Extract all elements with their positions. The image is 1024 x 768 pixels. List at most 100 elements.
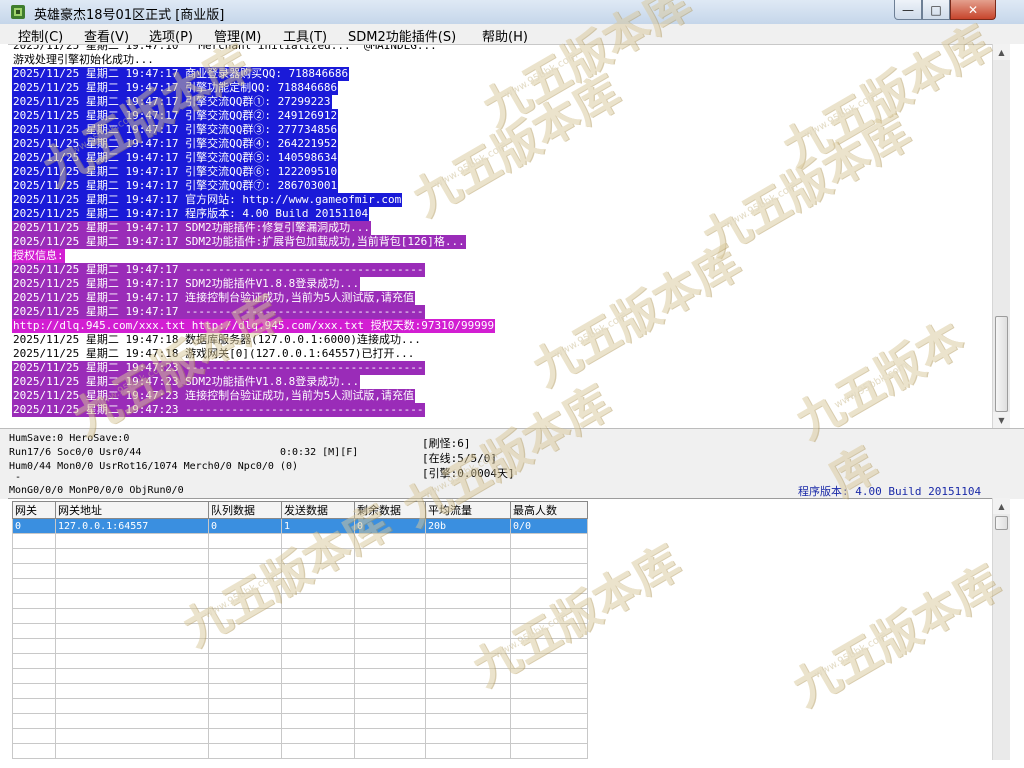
menu-help[interactable]: 帮助(H): [482, 26, 528, 45]
table-row[interactable]: [12, 608, 588, 624]
table-row[interactable]: [12, 698, 588, 714]
scroll-thumb[interactable]: [995, 316, 1008, 412]
menu-view[interactable]: 查看(V): [84, 26, 129, 45]
table-cell: [354, 533, 426, 549]
column-header[interactable]: 发送数据: [281, 501, 355, 519]
column-header[interactable]: 平均流量: [425, 501, 511, 519]
log-panel[interactable]: 2025/11/25 星期二 19:47:10 Merchant initial…: [8, 44, 992, 429]
menu-manage[interactable]: 管理(M): [214, 26, 261, 45]
table-cell: [510, 728, 588, 744]
table-cell: [281, 728, 355, 744]
table-cell: [12, 578, 56, 594]
table-cell: [12, 713, 56, 729]
table-cell: 0: [354, 518, 426, 534]
table-cell: [55, 623, 209, 639]
column-header[interactable]: 队列数据: [208, 501, 282, 519]
table-cell: [55, 683, 209, 699]
table-cell: [208, 698, 282, 714]
log-line: 2025/11/25 星期二 19:47:17 连接控制台验证成功,当前为5人测…: [12, 291, 415, 305]
close-button[interactable]: ✕: [950, 0, 996, 20]
column-header[interactable]: 网关: [12, 501, 56, 519]
log-line: 2025/11/25 星期二 19:47:18 数据库服务器(127.0.0.1…: [13, 333, 421, 346]
table-cell: [281, 743, 355, 759]
table-cell: [208, 578, 282, 594]
table-cell: [510, 653, 588, 669]
table-cell: [281, 668, 355, 684]
table-cell: [281, 623, 355, 639]
column-header[interactable]: 剩余数据: [354, 501, 426, 519]
table-row[interactable]: [12, 638, 588, 654]
log-line: 2025/11/25 星期二 19:47:17 引擎交流QQ群④: 264221…: [12, 137, 339, 151]
table-row[interactable]: [12, 533, 588, 549]
table-cell: [208, 653, 282, 669]
table-row[interactable]: [12, 728, 588, 744]
column-header[interactable]: 网关地址: [55, 501, 209, 519]
table-row[interactable]: [12, 653, 588, 669]
table-row[interactable]: [12, 563, 588, 579]
table-cell: [55, 653, 209, 669]
scroll-down-arrow[interactable]: ▼: [993, 412, 1010, 428]
table-cell: [208, 593, 282, 609]
table-row[interactable]: [12, 593, 588, 609]
minimize-button[interactable]: —: [894, 0, 922, 20]
table-cell: [208, 563, 282, 579]
table-cell: [510, 698, 588, 714]
column-header[interactable]: 最高人数: [510, 501, 588, 519]
table-header-row: 网关 网关地址 队列数据 发送数据 剩余数据 平均流量 最高人数: [12, 501, 588, 519]
table-cell: [510, 548, 588, 564]
log-scrollbar[interactable]: ▲ ▼: [992, 44, 1010, 428]
table-cell: [281, 548, 355, 564]
table-cell: [510, 668, 588, 684]
table-row[interactable]: [12, 548, 588, 564]
table-row[interactable]: 0 127.0.0.1:64557 0 1 0 20b 0/0: [12, 518, 588, 534]
table-cell: [281, 563, 355, 579]
table-row[interactable]: [12, 668, 588, 684]
gateway-table: 网关 网关地址 队列数据 发送数据 剩余数据 平均流量 最高人数 0 127.0.0.1:64…: [12, 501, 588, 759]
table-cell: [55, 533, 209, 549]
scroll-thumb[interactable]: [995, 516, 1008, 530]
table-cell: [281, 698, 355, 714]
table-cell: [354, 743, 426, 759]
table-row[interactable]: [12, 743, 588, 759]
table-cell: [12, 608, 56, 624]
save-status: HumSave:0 HeroSave:0: [9, 433, 130, 444]
version-label: 程序版本: 4.00 Build 20151104: [798, 485, 982, 498]
table-cell: [510, 563, 588, 579]
engine-status: [引擎:0.0004天]: [422, 467, 515, 480]
log-line: 2025/11/25 星期二 19:47:10 Merchant initial…: [13, 44, 437, 52]
table-row[interactable]: [12, 713, 588, 729]
table-cell: [354, 668, 426, 684]
online-status: [在线:5/5/0]: [422, 452, 497, 465]
table-cell: [12, 653, 56, 669]
menu-sdm2-plugin[interactable]: SDM2功能插件(S): [348, 26, 456, 45]
table-cell: [12, 668, 56, 684]
table-cell: [12, 698, 56, 714]
log-line: 2025/11/25 星期二 19:47:23 ----------------…: [12, 403, 425, 417]
gateway-scrollbar[interactable]: ▲: [992, 498, 1010, 760]
menu-tools[interactable]: 工具(T): [283, 26, 327, 45]
refresh-monster-status: [刷怪:6]: [422, 437, 471, 450]
table-cell: [354, 548, 426, 564]
gateway-panel[interactable]: 网关 网关地址 队列数据 发送数据 剩余数据 平均流量 最高人数 0 127.0.0.1:64…: [8, 498, 992, 761]
log-line: 2025/11/25 星期二 19:47:17 引擎交流QQ群⑥: 122209…: [12, 165, 339, 179]
scroll-up-arrow[interactable]: ▲: [993, 498, 1010, 514]
menu-options[interactable]: 选项(P): [149, 26, 193, 45]
title-bar[interactable]: 英雄豪杰18号01区正式 [商业版] — □ ✕: [0, 0, 1024, 25]
log-line: 2025/11/25 星期二 19:47:17 引擎交流QQ群③: 277734…: [12, 123, 339, 137]
table-row[interactable]: [12, 578, 588, 594]
table-row[interactable]: [12, 683, 588, 699]
maximize-button[interactable]: □: [922, 0, 950, 20]
scroll-up-arrow[interactable]: ▲: [993, 44, 1010, 60]
table-cell: [55, 668, 209, 684]
table-cell: [354, 563, 426, 579]
log-line: 2025/11/25 星期二 19:47:17 引擎交流QQ群②: 249126…: [12, 109, 339, 123]
table-cell: [425, 743, 511, 759]
table-cell: [55, 713, 209, 729]
table-cell: [12, 548, 56, 564]
table-cell: 0/0: [510, 518, 588, 534]
table-cell: [510, 608, 588, 624]
log-line: 2025/11/25 星期二 19:47:18 游戏网关[0](127.0.0.…: [13, 347, 415, 360]
menu-control[interactable]: 控制(C): [18, 26, 63, 45]
table-row[interactable]: [12, 623, 588, 639]
table-cell: [281, 713, 355, 729]
